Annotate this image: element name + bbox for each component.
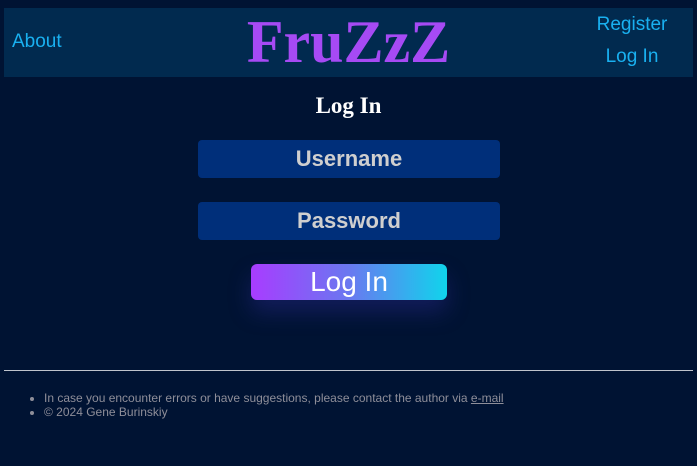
auth-nav: Register Log In [587, 15, 677, 67]
footer-list: In case you encounter errors or have sug… [26, 391, 504, 419]
login-button[interactable]: Log In [251, 264, 447, 300]
register-link[interactable]: Register [587, 15, 677, 35]
login-link[interactable]: Log In [587, 47, 677, 67]
footer-divider [4, 370, 693, 371]
footer-contact-item: In case you encounter errors or have sug… [44, 391, 504, 405]
username-input[interactable] [198, 140, 500, 178]
password-input[interactable] [198, 202, 500, 240]
email-link[interactable]: e-mail [471, 391, 504, 405]
header-bar: About FruZzZ Register Log In [4, 8, 693, 77]
footer-contact-text: In case you encounter errors or have sug… [44, 391, 471, 405]
footer-copyright: © 2024 Gene Burinskiy [44, 405, 504, 419]
page-title: Log In [315, 93, 382, 118]
